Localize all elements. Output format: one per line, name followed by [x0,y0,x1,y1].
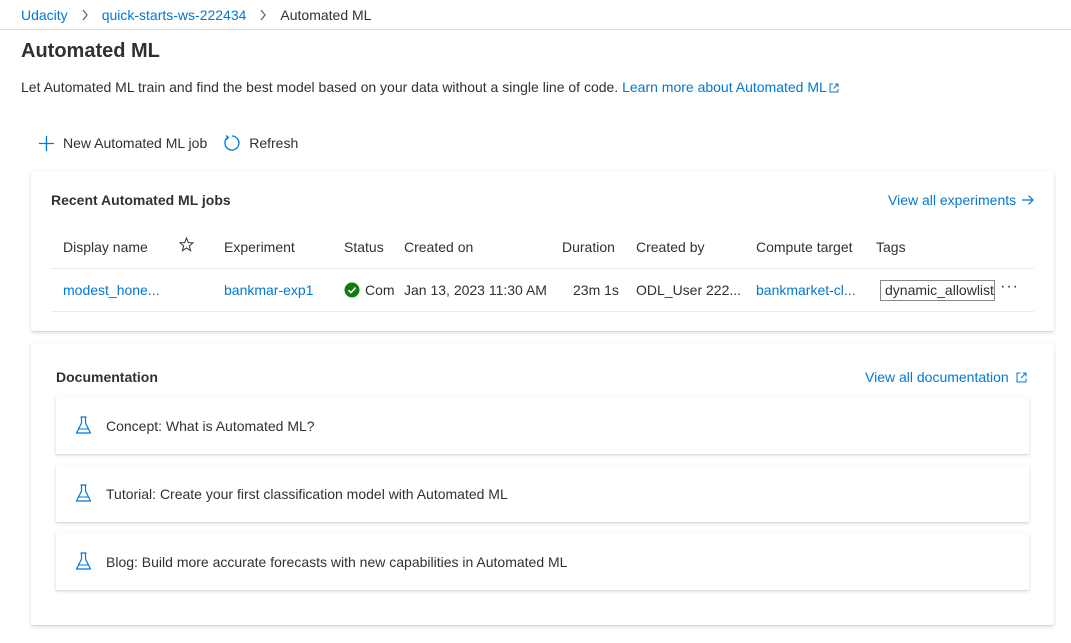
arrow-right-icon [1022,195,1034,205]
view-all-documentation-label: View all documentation [865,369,1009,385]
plus-icon [39,135,54,151]
row-divider [51,311,1034,312]
job-tag[interactable]: dynamic_allowlisti [880,280,995,301]
doc-item-label: Concept: What is Automated ML? [106,417,315,434]
view-all-experiments-label: View all experiments [888,192,1017,208]
doc-item-label: Tutorial: Create your first classificati… [106,485,508,502]
column-header-tags[interactable]: Tags [876,239,906,255]
doc-item-label: Blog: Build more accurate forecasts with… [106,553,568,570]
job-status-label: Com [365,282,395,298]
job-duration: 23m 1s [573,282,619,298]
column-header-compute-target[interactable]: Compute target [756,239,853,255]
column-header-created-on[interactable]: Created on [404,239,473,255]
flask-icon [75,416,92,434]
refresh-label: Refresh [249,135,299,151]
breadcrumb: Udacity quick-starts-ws-222434 Automated… [0,0,1071,30]
star-icon[interactable] [178,236,195,255]
documentation-title: Documentation [56,369,158,385]
learn-more-link[interactable]: Learn more about Automated ML [622,79,839,95]
intro-text: Let Automated ML train and find the best… [21,79,839,96]
column-header-experiment[interactable]: Experiment [224,239,295,255]
learn-more-label: Learn more about Automated ML [622,79,827,95]
job-compute-target-link[interactable]: bankmarket-cl... [756,282,856,298]
documentation-card: Documentation View all documentation Con… [31,343,1054,625]
job-experiment-link[interactable]: bankmar-exp1 [224,282,314,298]
flask-icon [75,484,92,502]
intro-description: Let Automated ML train and find the best… [21,79,619,95]
breadcrumb-udacity[interactable]: Udacity [21,7,68,23]
job-display-name-link[interactable]: modest_hone... [63,282,163,298]
row-more-options-button[interactable]: ··· [1000,278,1019,296]
new-automl-job-button[interactable]: New Automated ML job [38,135,207,152]
doc-item-blog[interactable]: Blog: Build more accurate forecasts with… [56,533,1029,590]
view-all-documentation-link[interactable]: View all documentation [865,369,1027,385]
external-link-icon [829,80,839,96]
recent-jobs-title: Recent Automated ML jobs [51,192,231,208]
new-automl-job-label: New Automated ML job [63,135,208,151]
chevron-right-icon [81,9,89,21]
column-header-status[interactable]: Status [344,239,384,255]
command-bar: New Automated ML job Refresh [38,134,314,152]
column-header-display-name[interactable]: Display name [63,239,148,255]
breadcrumb-workspace[interactable]: quick-starts-ws-222434 [102,7,247,23]
refresh-icon [224,134,240,151]
external-link-icon [1016,372,1027,382]
job-created-by: ODL_User 222... [636,282,742,298]
column-header-created-by[interactable]: Created by [636,239,704,255]
doc-item-concept[interactable]: Concept: What is Automated ML? [56,397,1029,454]
chevron-right-icon [259,9,267,21]
job-status: Com [344,282,396,301]
check-circle-icon [344,282,360,301]
flask-icon [75,552,92,570]
recent-jobs-card: Recent Automated ML jobs View all experi… [31,171,1054,331]
job-created-on: Jan 13, 2023 11:30 AM [404,282,547,298]
page-title: Automated ML [21,40,160,62]
column-header-duration[interactable]: Duration [562,239,615,255]
header-divider [51,268,1034,269]
view-all-experiments-link[interactable]: View all experiments [888,192,1035,208]
breadcrumb-current: Automated ML [280,6,372,23]
doc-item-tutorial[interactable]: Tutorial: Create your first classificati… [56,465,1029,522]
refresh-button[interactable]: Refresh [223,134,298,152]
